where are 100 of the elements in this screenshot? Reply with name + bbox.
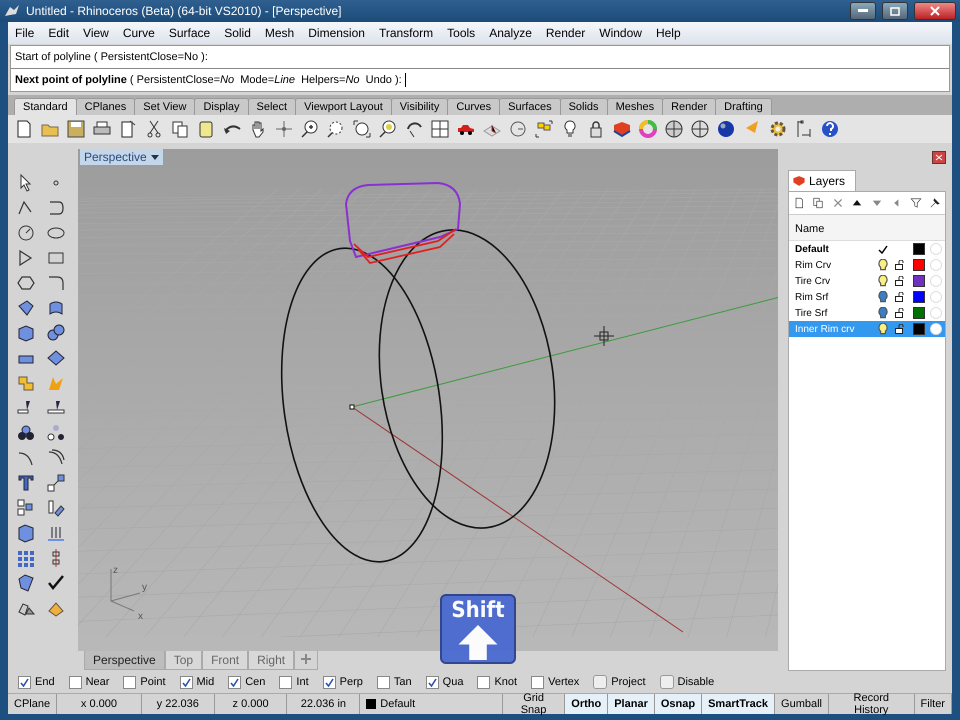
- lightbulb-icon[interactable]: [878, 306, 888, 320]
- gear-icon[interactable]: [768, 119, 788, 139]
- toolbar-tab[interactable]: Select: [248, 98, 296, 115]
- delete-icon[interactable]: [832, 197, 844, 209]
- lightbulb-icon[interactable]: [878, 322, 888, 336]
- unlocked-padlock-icon[interactable]: [894, 324, 904, 334]
- copy-icon[interactable]: [170, 119, 190, 139]
- circle-curve[interactable]: [378, 229, 556, 529]
- copy-layer-icon[interactable]: [812, 197, 824, 209]
- sphere-icon[interactable]: [664, 119, 684, 139]
- close-icon[interactable]: [932, 151, 946, 164]
- viewport-tab[interactable]: Perspective: [84, 651, 165, 670]
- box-icon[interactable]: [16, 323, 36, 343]
- layer-row[interactable]: Default: [789, 241, 945, 257]
- circle-icon[interactable]: [16, 223, 36, 243]
- sphere-grid-icon[interactable]: [690, 119, 710, 139]
- spheres-icon[interactable]: [46, 323, 66, 343]
- zoom-in-icon[interactable]: [300, 119, 320, 139]
- status-toggle[interactable]: Planar: [608, 694, 655, 714]
- minimize-icon[interactable]: [858, 9, 868, 13]
- material-circle[interactable]: [930, 323, 942, 335]
- layer-row[interactable]: Rim Crv: [789, 257, 945, 273]
- toggle-button[interactable]: [660, 675, 674, 689]
- status-toggle[interactable]: Ortho: [565, 694, 608, 714]
- snap-objects-icon[interactable]: [534, 119, 554, 139]
- rim-profile-curve[interactable]: [353, 228, 457, 264]
- surface-icon[interactable]: [16, 298, 36, 318]
- four-viewports-icon[interactable]: [430, 119, 450, 139]
- unlocked-padlock-icon[interactable]: [894, 292, 904, 302]
- minimize-button[interactable]: [850, 2, 876, 20]
- current-layer[interactable]: Default: [380, 698, 416, 710]
- viewport-tab[interactable]: Right: [248, 651, 294, 670]
- layer-color-swatch[interactable]: [913, 291, 925, 303]
- dropdown-arrow-icon[interactable]: [150, 153, 159, 161]
- solid-box-icon[interactable]: [16, 523, 36, 543]
- toolbar-tab[interactable]: Surfaces: [499, 98, 561, 115]
- viewport-title-tab[interactable]: Perspective: [80, 149, 163, 165]
- move-icon[interactable]: [46, 473, 66, 493]
- layer-row[interactable]: Tire Srf: [789, 305, 945, 321]
- menu-item[interactable]: File: [8, 26, 42, 40]
- text-icon[interactable]: [16, 473, 36, 493]
- menu-item[interactable]: Help: [648, 26, 688, 40]
- unlocked-padlock-icon[interactable]: [894, 308, 904, 318]
- toolbar-tab[interactable]: Drafting: [715, 98, 772, 115]
- dots-icon[interactable]: [46, 423, 66, 443]
- circle-curve[interactable]: [280, 248, 444, 562]
- menu-item[interactable]: Surface: [162, 26, 218, 40]
- checkbox[interactable]: [279, 676, 292, 688]
- toolbar-tab[interactable]: Set View: [134, 98, 196, 115]
- mesh-icon[interactable]: [46, 348, 66, 368]
- unlocked-padlock-icon[interactable]: [894, 276, 904, 286]
- checkbox[interactable]: [18, 676, 31, 688]
- origin-point[interactable]: [350, 404, 354, 410]
- checkbox[interactable]: [477, 676, 490, 688]
- layer-color-swatch[interactable]: [913, 307, 925, 319]
- lightbulb-icon[interactable]: [878, 290, 888, 304]
- menu-item[interactable]: Transform: [372, 26, 440, 40]
- help-icon[interactable]: [820, 119, 840, 139]
- checkbox[interactable]: [68, 676, 82, 688]
- layers-tab[interactable]: Layers: [788, 170, 856, 191]
- boolean-icon[interactable]: [16, 423, 36, 443]
- checkbox[interactable]: [322, 676, 336, 688]
- color-wheel-icon[interactable]: [638, 119, 658, 139]
- checkbox[interactable]: [531, 676, 544, 688]
- shaded-sphere-icon[interactable]: [716, 119, 736, 139]
- menu-item[interactable]: Tools: [440, 26, 482, 40]
- grid-array-icon[interactable]: [16, 548, 36, 568]
- checkbox[interactable]: [426, 676, 439, 688]
- menu-item[interactable]: Window: [592, 26, 649, 40]
- rotate-object-icon[interactable]: [46, 498, 66, 518]
- zoom-selected-icon[interactable]: [378, 119, 398, 139]
- new-layer-icon[interactable]: [793, 197, 805, 209]
- layers-icon[interactable]: [612, 119, 632, 139]
- toolbar-tab[interactable]: Visibility: [390, 98, 448, 115]
- maximize-button[interactable]: [882, 2, 908, 20]
- lightbulb-icon[interactable]: [878, 258, 888, 272]
- menu-item[interactable]: Dimension: [301, 26, 372, 40]
- checkbox[interactable]: [376, 676, 390, 688]
- checkbox[interactable]: [228, 676, 242, 688]
- layer-color-swatch[interactable]: [913, 323, 925, 335]
- menu-item[interactable]: Curve: [116, 26, 162, 40]
- toolbar-tab[interactable]: Meshes: [606, 98, 664, 115]
- checkbox[interactable]: [180, 676, 192, 688]
- toolbar-tab[interactable]: Solids: [560, 98, 608, 115]
- layer-color-swatch[interactable]: [913, 259, 925, 271]
- lightbulb-icon[interactable]: [878, 274, 888, 288]
- toolbar-tab[interactable]: Display: [194, 98, 249, 115]
- menu-item[interactable]: Analyze: [482, 26, 539, 40]
- circle-dot-icon[interactable]: [508, 119, 528, 139]
- menu-item[interactable]: Mesh: [258, 26, 302, 40]
- toolbar-tab[interactable]: Standard: [14, 98, 77, 115]
- viewport-tab[interactable]: Front: [202, 651, 248, 670]
- menu-item[interactable]: Solid: [217, 26, 258, 40]
- column-header[interactable]: Name: [789, 215, 945, 241]
- unlocked-padlock-icon[interactable]: [894, 260, 904, 270]
- maximize-icon[interactable]: [890, 6, 900, 16]
- tools-icon[interactable]: [928, 197, 941, 209]
- zoom-extents-icon[interactable]: [352, 119, 372, 139]
- toolbar-tab[interactable]: CPlanes: [76, 98, 136, 115]
- close-button[interactable]: [914, 2, 956, 20]
